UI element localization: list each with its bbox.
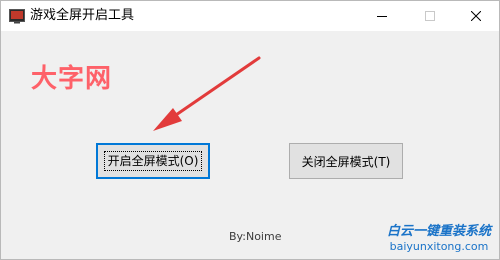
open-fullscreen-button[interactable]: 开启全屏模式(O)	[96, 143, 210, 179]
watermark-logo: 大字网	[31, 64, 113, 94]
maximize-button[interactable]	[407, 1, 453, 31]
site-watermark-url: baiyunxitong.com	[389, 240, 489, 253]
close-fullscreen-button[interactable]: 关闭全屏模式(T)	[289, 143, 403, 179]
minimize-icon	[377, 16, 387, 17]
annotation-arrow-icon	[153, 56, 261, 131]
close-button[interactable]	[453, 1, 499, 31]
title-bar: 游戏全屏开启工具	[1, 1, 499, 31]
app-window: 游戏全屏开启工具 大字网 开启全屏模式(O) 关闭全屏模式(T) By:Noim…	[0, 0, 500, 260]
open-fullscreen-label: 开启全屏模式(O)	[103, 151, 203, 171]
minimize-button[interactable]	[359, 1, 405, 31]
app-icon	[9, 9, 25, 24]
close-icon	[471, 11, 481, 21]
site-watermark-title: 白云一键重装系统	[386, 224, 491, 239]
site-watermark: 白云一键重装系统 baiyunxitong.com	[387, 224, 491, 253]
close-fullscreen-label: 关闭全屏模式(T)	[301, 154, 391, 169]
author-byline: By:Noime	[229, 230, 282, 243]
maximize-icon	[425, 11, 435, 21]
window-title: 游戏全屏开启工具	[30, 8, 135, 23]
